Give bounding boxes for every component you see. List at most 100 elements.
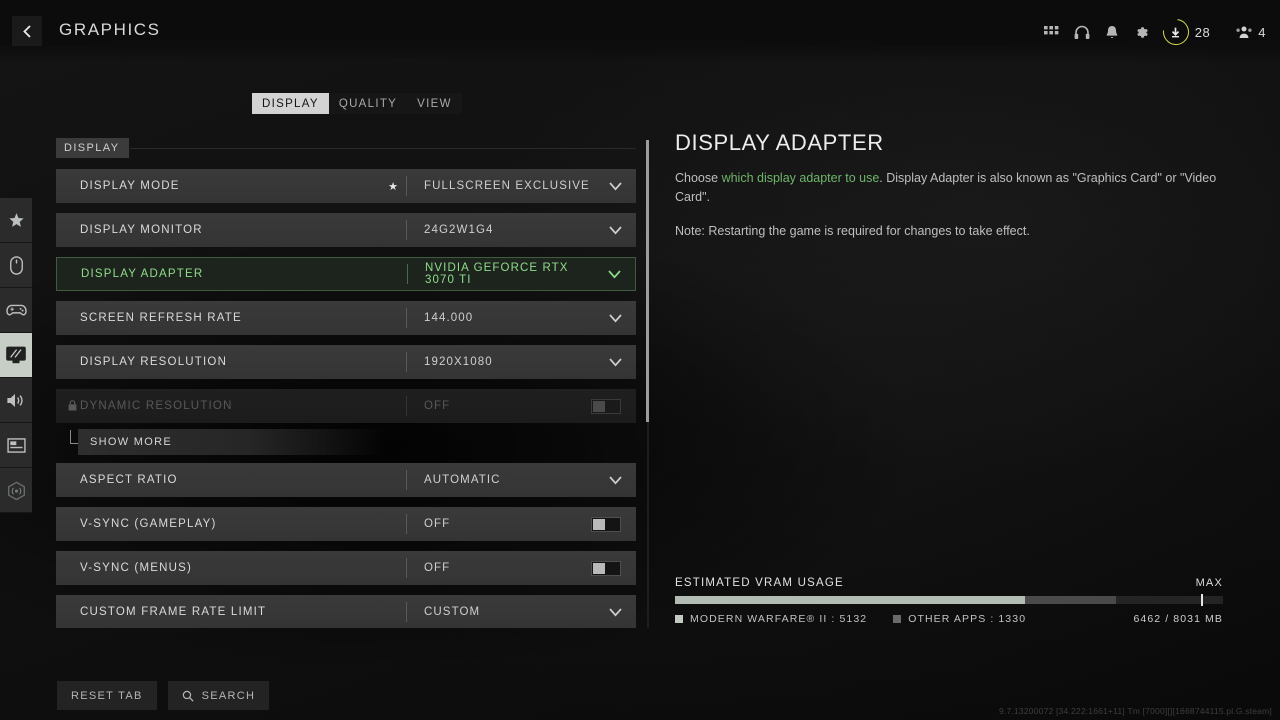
- vram-segment-game: [675, 596, 1026, 604]
- setting-label: ASPECT RATIO: [80, 474, 178, 486]
- setting-value: AUTOMATIC: [424, 474, 501, 486]
- settings-screen: GRAPHICS 28 4 DISPLAY QUALITY VIEW DISPL…: [0, 0, 1280, 720]
- setting-label: CUSTOM FRAME RATE LIMIT: [80, 606, 267, 618]
- sidebar-item-graphics[interactable]: [0, 333, 32, 378]
- setting-row-vsync-menus[interactable]: V-SYNC (MENUS) OFF: [56, 551, 636, 585]
- toggle-dynamic-resolution: [579, 398, 621, 414]
- setting-row-aspect-ratio[interactable]: ASPECT RATIO AUTOMATIC: [56, 463, 636, 497]
- vram-usage-panel: ESTIMATED VRAM USAGE MAX MODERN WARFARE®…: [675, 577, 1223, 625]
- setting-value: FULLSCREEN EXCLUSIVE: [424, 180, 590, 192]
- setting-row-display-mode[interactable]: DISPLAY MODE ★ FULLSCREEN EXCLUSIVE: [56, 169, 636, 203]
- setting-label: DISPLAY MONITOR: [80, 224, 203, 236]
- top-right-icons: 28 4: [1037, 13, 1266, 51]
- interface-layout-icon: [6, 437, 26, 453]
- tab-quality[interactable]: QUALITY: [329, 93, 407, 114]
- setting-label: DISPLAY ADAPTER: [81, 268, 204, 280]
- armory-download-icon: [1157, 13, 1195, 51]
- footer-actions: RESET TAB SEARCH: [57, 681, 270, 710]
- squad-button[interactable]: 4: [1236, 25, 1266, 40]
- lock-icon: [68, 400, 77, 411]
- sidebar-item-favorites[interactable]: [0, 198, 32, 243]
- apps-grid-icon[interactable]: [1037, 17, 1067, 47]
- reset-tab-button[interactable]: RESET TAB: [57, 681, 157, 710]
- tab-view[interactable]: VIEW: [407, 93, 462, 114]
- vram-header: ESTIMATED VRAM USAGE MAX: [675, 577, 1223, 589]
- category-rail: [0, 198, 32, 513]
- reset-tab-label: RESET TAB: [71, 689, 143, 702]
- setting-label: DISPLAY MODE: [80, 180, 180, 192]
- setting-value: 1920X1080: [424, 356, 493, 368]
- headphones-icon[interactable]: [1067, 17, 1097, 47]
- detail-title: DISPLAY ADAPTER: [675, 130, 884, 155]
- setting-label: V-SYNC (MENUS): [80, 562, 193, 574]
- gamepad-icon: [5, 304, 27, 316]
- build-version-string: 9.7.13200072 [34.222:1661+11] Tm [7000][…: [999, 706, 1272, 716]
- armory-button[interactable]: 28: [1157, 13, 1211, 51]
- vram-total-label: 6462 / 8031 MB: [1133, 613, 1223, 625]
- favorite-star-icon[interactable]: ★: [380, 180, 406, 193]
- vram-title: ESTIMATED VRAM USAGE: [675, 577, 844, 589]
- setting-value: OFF: [424, 562, 451, 574]
- setting-row-vsync-gameplay[interactable]: V-SYNC (GAMEPLAY) OFF: [56, 507, 636, 541]
- armory-count: 28: [1194, 24, 1211, 40]
- chevron-down-icon[interactable]: [594, 225, 636, 235]
- search-button[interactable]: SEARCH: [167, 681, 270, 710]
- setting-row-display-resolution[interactable]: DISPLAY RESOLUTION 1920X1080: [56, 345, 636, 379]
- chevron-down-icon[interactable]: [594, 607, 636, 617]
- mouse-icon: [9, 255, 23, 275]
- setting-row-screen-refresh-rate[interactable]: SCREEN REFRESH RATE 144.000: [56, 301, 636, 335]
- setting-value: OFF: [424, 518, 451, 530]
- telemetry-icon: [7, 481, 25, 500]
- tab-display[interactable]: DISPLAY: [252, 93, 329, 114]
- vram-bar: [675, 594, 1223, 606]
- toggle-vsync-gameplay[interactable]: [579, 516, 621, 532]
- gear-icon[interactable]: [1127, 17, 1157, 47]
- search-label: SEARCH: [201, 689, 256, 702]
- setting-row-display-adapter[interactable]: DISPLAY ADAPTER NVIDIA GEFORCE RTX 3070 …: [56, 257, 636, 291]
- section-rule: [130, 148, 636, 149]
- section-header-display: DISPLAY: [56, 138, 636, 160]
- setting-value: 24G2W1G4: [424, 224, 494, 236]
- chevron-down-icon[interactable]: [593, 269, 635, 279]
- tab-bar: DISPLAY QUALITY VIEW: [252, 93, 462, 114]
- legend-swatch-other: [893, 615, 902, 623]
- chevron-left-icon: [22, 24, 31, 38]
- chevron-down-icon[interactable]: [594, 357, 636, 367]
- sidebar-item-mouse-keyboard[interactable]: [0, 243, 32, 288]
- chevron-down-icon[interactable]: [594, 313, 636, 323]
- settings-scrollbar-thumb[interactable]: [646, 140, 649, 422]
- detail-description: Choose which display adapter to use. Dis…: [675, 169, 1235, 208]
- chevron-down-icon[interactable]: [594, 181, 636, 191]
- show-more-row[interactable]: SHOW MORE: [56, 429, 636, 455]
- chevron-down-icon[interactable]: [594, 475, 636, 485]
- setting-label: DISPLAY RESOLUTION: [80, 356, 228, 368]
- monitor-icon: [6, 346, 26, 364]
- search-icon: [182, 690, 194, 702]
- sidebar-item-interface[interactable]: [0, 423, 32, 468]
- setting-value: NVIDIA GEFORCE RTX 3070 TI: [425, 262, 569, 286]
- desc-highlight: which display adapter to use: [721, 171, 880, 185]
- setting-row-dynamic-resolution: DYNAMIC RESOLUTION OFF: [56, 389, 636, 423]
- toggle-vsync-menus[interactable]: [579, 560, 621, 576]
- sidebar-item-controller[interactable]: [0, 288, 32, 333]
- speaker-icon: [7, 393, 23, 407]
- legend-item-game: MODERN WARFARE® II : 5132: [675, 613, 867, 625]
- setting-label: SCREEN REFRESH RATE: [80, 312, 242, 324]
- sidebar-item-telemetry[interactable]: [0, 468, 32, 513]
- setting-value: OFF: [424, 400, 451, 412]
- vram-max-label: MAX: [1195, 577, 1223, 589]
- settings-list: DISPLAY DISPLAY MODE ★ FULLSCREEN EXCLUS…: [56, 138, 636, 628]
- detail-note: Note: Restarting the game is required fo…: [675, 223, 1030, 238]
- setting-row-custom-frame-rate-limit[interactable]: CUSTOM FRAME RATE LIMIT CUSTOM: [56, 595, 636, 628]
- desc-pre: Choose: [675, 171, 722, 185]
- setting-row-display-monitor[interactable]: DISPLAY MONITOR 24G2W1G4: [56, 213, 636, 247]
- setting-label: DYNAMIC RESOLUTION: [80, 400, 233, 412]
- vram-legend: MODERN WARFARE® II : 5132 OTHER APPS : 1…: [675, 613, 1223, 625]
- back-button[interactable]: [12, 16, 42, 46]
- vram-segment-other: [1025, 596, 1116, 604]
- setting-value: CUSTOM: [424, 606, 481, 618]
- sidebar-item-audio[interactable]: [0, 378, 32, 423]
- bell-icon[interactable]: [1097, 17, 1127, 47]
- top-bar: GRAPHICS 28 4: [0, 0, 1280, 62]
- star-icon: [8, 212, 24, 227]
